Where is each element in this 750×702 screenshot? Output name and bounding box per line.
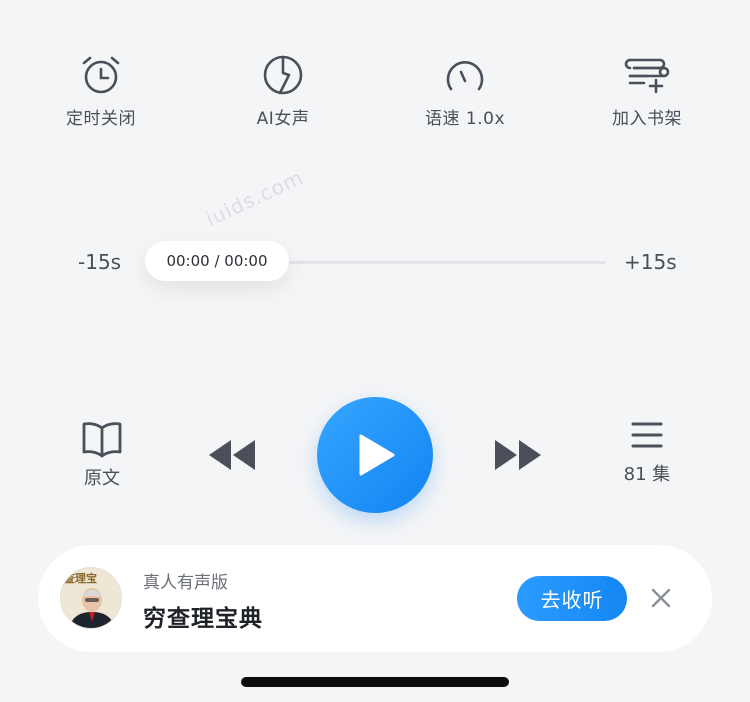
- sleep-timer-label: 定时关闭: [66, 109, 136, 129]
- list-icon: [631, 422, 663, 448]
- ai-voice-label: AI女声: [256, 109, 310, 129]
- speed-gauge-icon: [446, 61, 484, 91]
- recommendation-card[interactable]: 查理宝 真人有声版 穷查理宝典 去收听: [38, 545, 712, 652]
- bookshelf-add-icon: [624, 58, 670, 94]
- function-toolbar: 定时关闭 AI女声 语速 1.0x 加入书架: [0, 52, 750, 132]
- fast-forward-icon: [495, 440, 541, 470]
- card-title: 穷查理宝典: [143, 606, 263, 632]
- voice-wave-icon: [263, 55, 303, 95]
- add-to-bookshelf-button[interactable]: 加入书架: [582, 52, 712, 129]
- original-text-label: 原文: [84, 468, 120, 489]
- watermark: iuids.com: [201, 164, 308, 232]
- skip-forward-button[interactable]: +15s: [624, 250, 677, 274]
- home-indicator[interactable]: [241, 677, 509, 687]
- card-subtitle: 真人有声版: [143, 573, 228, 593]
- play-button[interactable]: [317, 397, 433, 513]
- portrait-image: 查理宝: [61, 568, 121, 628]
- play-icon: [359, 434, 395, 476]
- alarm-clock-icon: [82, 56, 120, 94]
- episode-list-button[interactable]: 81 集: [607, 420, 687, 486]
- playback-speed-button[interactable]: 语速 1.0x: [400, 52, 530, 129]
- rewind-button[interactable]: [207, 438, 257, 472]
- book-cover-avatar: 查理宝: [60, 567, 122, 629]
- skip-back-button[interactable]: -15s: [78, 250, 121, 274]
- progress-thumb[interactable]: 00:00 / 00:00: [145, 241, 289, 281]
- rewind-icon: [209, 440, 255, 470]
- episode-count-label: 81 集: [623, 464, 671, 485]
- go-listen-button[interactable]: 去收听: [517, 576, 627, 621]
- cover-title-text: 查理宝: [64, 571, 97, 585]
- sleep-timer-button[interactable]: 定时关闭: [36, 52, 166, 129]
- playback-speed-label: 语速 1.0x: [425, 109, 505, 129]
- close-card-button[interactable]: [650, 587, 672, 609]
- fast-forward-button[interactable]: [493, 438, 543, 472]
- open-book-icon: [82, 422, 122, 458]
- add-to-bookshelf-label: 加入书架: [612, 109, 682, 129]
- close-icon: [651, 588, 671, 608]
- ai-voice-button[interactable]: AI女声: [218, 52, 348, 129]
- original-text-button[interactable]: 原文: [62, 420, 142, 490]
